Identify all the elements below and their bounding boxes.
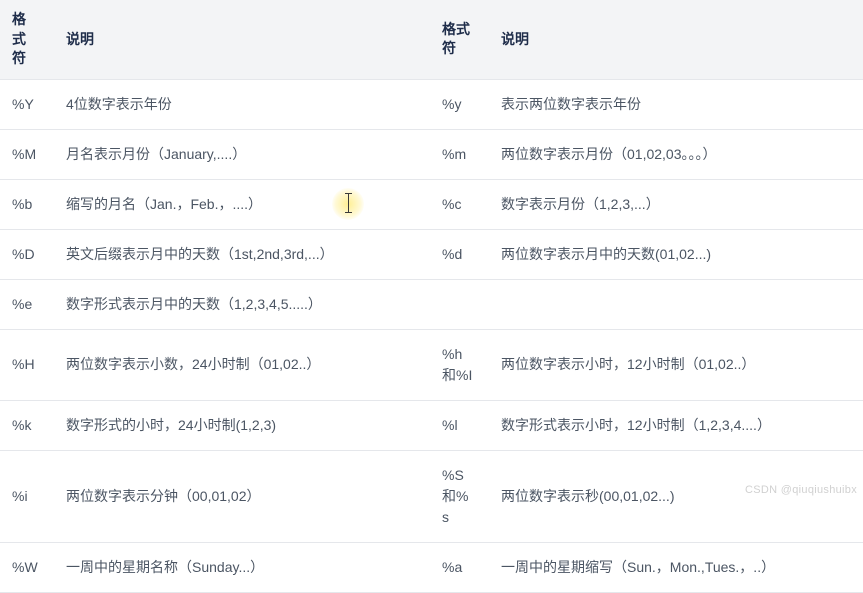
description-cell: 两位数字表示月份（01,02,03。。。） xyxy=(485,129,863,179)
format-specifier-table: 格式符 说明 格式符 说明 %Y 4位数字表示年份 %y 表示两位数字表示年份 … xyxy=(0,0,863,593)
description-cell: 表示两位数字表示年份 xyxy=(485,79,863,129)
format-cell: %l xyxy=(430,400,485,450)
format-cell: %e xyxy=(0,279,50,329)
table-row: %H 两位数字表示小数，24小时制（01,02..） %h和%I 两位数字表示小… xyxy=(0,329,863,400)
description-cell: 两位数字表示小时，12小时制（01,02..） xyxy=(485,329,863,400)
format-cell: %c xyxy=(430,179,485,229)
format-cell: %m xyxy=(430,129,485,179)
format-cell: %d xyxy=(430,229,485,279)
table-row: %k 数字形式的小时，24小时制(1,2,3) %l 数字形式表示小时，12小时… xyxy=(0,400,863,450)
description-cell: 一周中的星期缩写（Sun.，Mon.,Tues.，..） xyxy=(485,542,863,592)
format-cell: %b xyxy=(0,179,50,229)
format-cell: %Y xyxy=(0,79,50,129)
description-cell: 英文后缀表示月中的天数（1st,2nd,3rd,...） xyxy=(50,229,430,279)
description-cell: 一周中的星期名称（Sunday...） xyxy=(50,542,430,592)
table-row: %M 月名表示月份（January,....） %m 两位数字表示月份（01,0… xyxy=(0,129,863,179)
description-cell xyxy=(485,279,863,329)
table-row: %Y 4位数字表示年份 %y 表示两位数字表示年份 xyxy=(0,79,863,129)
description-cell: 缩写的月名（Jan.，Feb.，....） xyxy=(50,179,430,229)
description-cell: 两位数字表示分钟（00,01,02） xyxy=(50,450,430,542)
description-cell: 数字表示月份（1,2,3,...） xyxy=(485,179,863,229)
cursor-highlight-icon xyxy=(332,188,364,220)
description-cell: 数字形式的小时，24小时制(1,2,3) xyxy=(50,400,430,450)
text-cursor-icon xyxy=(345,194,353,212)
description-cell: 两位数字表示月中的天数(01,02...) xyxy=(485,229,863,279)
format-cell: %a xyxy=(430,542,485,592)
table-header-row: 格式符 说明 格式符 说明 xyxy=(0,0,863,79)
table-row: %W 一周中的星期名称（Sunday...） %a 一周中的星期缩写（Sun.，… xyxy=(0,542,863,592)
description-cell: 数字形式表示小时，12小时制（1,2,3,4....） xyxy=(485,400,863,450)
format-cell: %k xyxy=(0,400,50,450)
description-cell: 月名表示月份（January,....） xyxy=(50,129,430,179)
header-description-2: 说明 xyxy=(485,0,863,79)
table-row: %b 缩写的月名（Jan.，Feb.，....） %c 数字表示月份（1,2,3… xyxy=(0,179,863,229)
format-cell: %M xyxy=(0,129,50,179)
description-cell: 两位数字表示秒(00,01,02...) xyxy=(485,450,863,542)
description-cell: 数字形式表示月中的天数（1,2,3,4,5.....） xyxy=(50,279,430,329)
description-cell: 两位数字表示小数，24小时制（01,02..） xyxy=(50,329,430,400)
header-format-1: 格式符 xyxy=(0,0,50,79)
description-cell: 4位数字表示年份 xyxy=(50,79,430,129)
format-cell: %i xyxy=(0,450,50,542)
format-cell: %D xyxy=(0,229,50,279)
table-row: %i 两位数字表示分钟（00,01,02） %S和%s 两位数字表示秒(00,0… xyxy=(0,450,863,542)
format-cell xyxy=(430,279,485,329)
table-row: %e 数字形式表示月中的天数（1,2,3,4,5.....） xyxy=(0,279,863,329)
header-format-2: 格式符 xyxy=(430,0,485,79)
format-cell: %y xyxy=(430,79,485,129)
description-text: 缩写的月名（Jan.，Feb.，....） xyxy=(66,196,262,212)
format-cell: %h和%I xyxy=(430,329,485,400)
format-cell: %W xyxy=(0,542,50,592)
table-row: %D 英文后缀表示月中的天数（1st,2nd,3rd,...） %d 两位数字表… xyxy=(0,229,863,279)
format-cell: %S和%s xyxy=(430,450,485,542)
format-cell: %H xyxy=(0,329,50,400)
header-description-1: 说明 xyxy=(50,0,430,79)
